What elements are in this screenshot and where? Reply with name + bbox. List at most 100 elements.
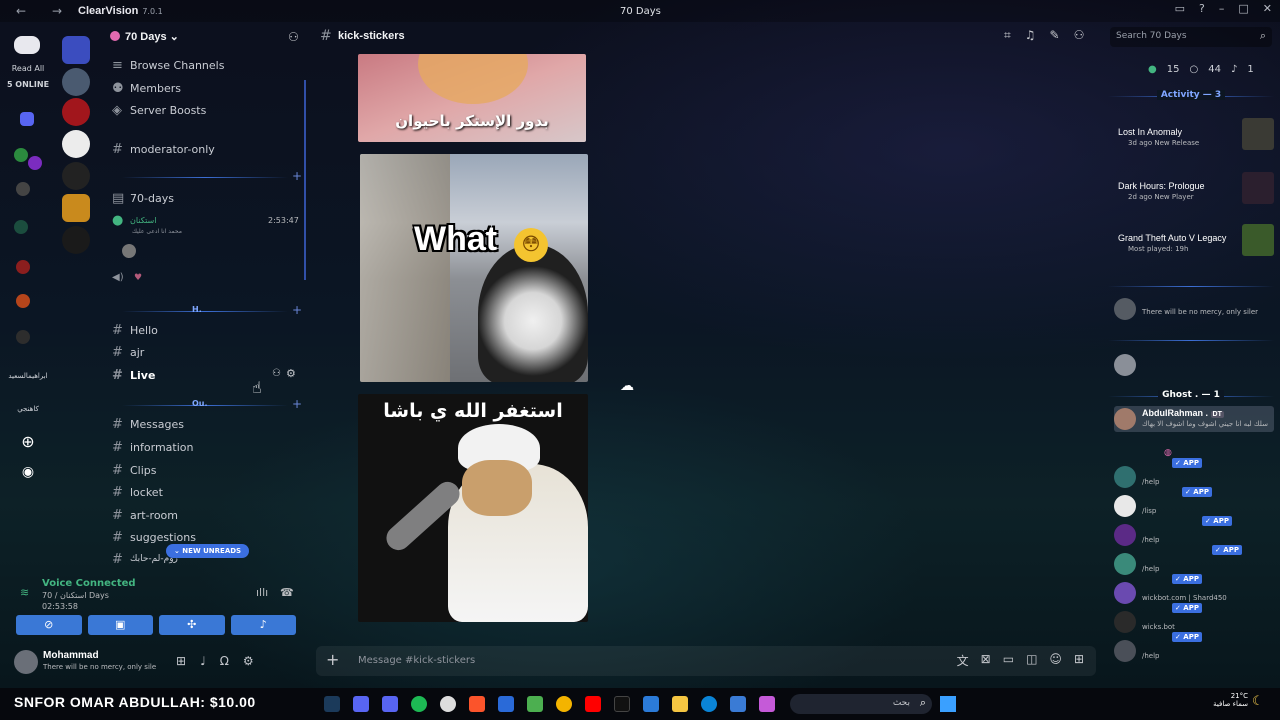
sticker-image[interactable]: استغفر الله ي باشا xyxy=(358,394,588,622)
minimize-icon[interactable]: – xyxy=(1219,2,1225,15)
server-icon[interactable] xyxy=(62,130,90,158)
screen-share-button[interactable]: ▣ xyxy=(87,615,153,635)
gif-icon[interactable]: ▭ xyxy=(1003,652,1014,669)
emoji-icon[interactable]: ☺ xyxy=(1049,652,1062,669)
server-icon[interactable] xyxy=(14,220,28,234)
sticker-image[interactable]: What 😳 xyxy=(360,154,588,382)
server-icon[interactable] xyxy=(16,260,30,274)
avatar[interactable] xyxy=(14,650,38,674)
add-channel-icon[interactable]: + xyxy=(292,303,302,317)
channel-locket[interactable]: # locket xyxy=(112,483,163,501)
username[interactable]: Mohammad xyxy=(43,650,99,661)
activity-item[interactable]: Lost In Anomaly 3d ago New Release xyxy=(1118,118,1274,152)
mail-icon[interactable] xyxy=(730,696,746,712)
spotify-icon[interactable] xyxy=(411,696,427,712)
member-item[interactable]: AbdulRahman . DT سلك لبه انا جيني اشوف و… xyxy=(1114,406,1274,432)
avatar[interactable] xyxy=(122,244,136,258)
attach-plus-icon[interactable]: + xyxy=(326,650,339,669)
server-icon[interactable] xyxy=(62,226,90,254)
server-label[interactable]: ابراهيمالسعيد xyxy=(0,372,56,380)
discord-icon[interactable] xyxy=(353,696,369,712)
app-icon[interactable] xyxy=(498,696,514,712)
weather-widget[interactable]: 21°C سماء صافية xyxy=(1198,692,1248,708)
channel-ajr[interactable]: # ajr xyxy=(112,343,144,361)
gamepad-icon[interactable]: ⊞ xyxy=(176,654,186,668)
member-item[interactable] xyxy=(1114,352,1274,378)
noise-suppression-icon[interactable]: ıllı xyxy=(256,586,268,599)
headphones-icon[interactable]: Ω xyxy=(220,654,229,668)
activities-button[interactable]: ✣ xyxy=(159,615,225,635)
voice-connected-label[interactable]: Voice Connected xyxy=(42,578,136,589)
channel-scrollbar[interactable] xyxy=(304,80,306,280)
channel-live[interactable]: # Live xyxy=(112,366,155,384)
speaker-icon[interactable]: ◀) xyxy=(112,272,124,283)
server-label[interactable]: كاهنجي xyxy=(0,405,56,413)
message-composer[interactable]: + Message #kick-stickers 文 ⊠ ▭ ◫ ☺ ⊞ xyxy=(316,646,1096,676)
browse-channels[interactable]: ≡ Browse Channels xyxy=(112,56,224,74)
channel-moderator-only[interactable]: # moderator-only xyxy=(112,140,215,158)
signal-icon[interactable]: ≋ xyxy=(20,586,29,599)
close-icon[interactable]: ✕ xyxy=(1263,2,1272,15)
activity-item[interactable]: Dark Hours: Prologue 2d ago New Player xyxy=(1118,172,1274,206)
tiktok-icon[interactable] xyxy=(614,696,630,712)
server-icon[interactable] xyxy=(28,156,42,170)
members-item[interactable]: ⚉ Members xyxy=(112,79,181,97)
windows-start-icon[interactable] xyxy=(940,696,956,712)
steam-icon[interactable] xyxy=(324,696,340,712)
inbox-icon[interactable]: ▭ xyxy=(1175,2,1185,15)
apps-icon[interactable]: ⊞ xyxy=(1074,652,1084,669)
back-arrow-icon[interactable]: ← xyxy=(16,4,36,18)
search-box[interactable]: Search 70 Days ⌕ xyxy=(1110,27,1272,47)
server-header[interactable]: 70 Days ⌄ xyxy=(110,30,179,43)
channel-information[interactable]: # information xyxy=(112,438,194,456)
channel-art-room[interactable]: # art-room xyxy=(112,506,178,524)
channel-clips[interactable]: # Clips xyxy=(112,461,157,479)
taskbar-search[interactable]: بحث ⌕ xyxy=(790,694,932,714)
activity-item[interactable]: Grand Theft Auto V Legacy Most played: 1… xyxy=(1118,224,1274,258)
folder-icon[interactable] xyxy=(20,112,34,126)
chevron-down-icon[interactable]: ⌄ xyxy=(170,31,179,43)
server-icon[interactable] xyxy=(16,330,30,344)
server-icon[interactable] xyxy=(16,182,30,196)
server-icon[interactable] xyxy=(62,68,90,96)
add-member-icon[interactable]: ⚇ xyxy=(288,30,299,44)
store-icon[interactable] xyxy=(643,696,659,712)
member-list-icon[interactable]: ⚇ xyxy=(1074,28,1085,46)
category-h[interactable]: H. + xyxy=(112,303,302,317)
threads-icon[interactable]: ⌗ xyxy=(1004,28,1011,46)
gear-icon[interactable]: ⚙ xyxy=(243,654,254,668)
bot-item[interactable]: ✓ APP /help xyxy=(1114,516,1274,548)
soundboard-button[interactable]: ♪ xyxy=(230,615,296,635)
server-icon[interactable] xyxy=(14,148,28,162)
folder-icon[interactable] xyxy=(62,36,90,64)
activity-section[interactable]: Activity — 3 xyxy=(1108,90,1274,102)
server-boosts-item[interactable]: ◈ Server Boosts xyxy=(112,101,206,119)
sticker-image[interactable]: بدور الإستكر باحيوان xyxy=(358,54,586,142)
sticker-icon[interactable]: ◫ xyxy=(1026,652,1037,669)
read-all-button[interactable]: Read All xyxy=(0,64,56,73)
add-channel-icon[interactable]: + xyxy=(292,397,302,411)
youtube-icon[interactable] xyxy=(585,696,601,712)
bell-icon[interactable]: ♫ xyxy=(1025,28,1036,46)
chrome-icon[interactable] xyxy=(556,696,572,712)
voice-user[interactable]: ● استكنان xyxy=(112,211,156,229)
invite-icon[interactable]: ⚇ xyxy=(272,368,281,379)
disconnect-icon[interactable]: ☎ xyxy=(280,586,294,599)
translate-icon[interactable]: 文 xyxy=(957,652,969,669)
minecraft-icon[interactable] xyxy=(527,696,543,712)
channel-hello[interactable]: # Hello xyxy=(112,321,158,339)
message-input[interactable]: Message #kick-stickers xyxy=(358,655,475,666)
copilot-icon[interactable] xyxy=(759,696,775,712)
brave-icon[interactable] xyxy=(469,696,485,712)
help-icon[interactable]: ? xyxy=(1199,2,1205,15)
server-icon[interactable] xyxy=(62,98,90,126)
folder-icon[interactable] xyxy=(672,696,688,712)
camera-off-button[interactable]: ⊘ xyxy=(16,615,82,635)
add-server-icon[interactable]: ⊕ xyxy=(0,432,56,451)
ghost-section[interactable]: Ghost . — 1 xyxy=(1108,390,1274,402)
category-ou[interactable]: Ou. + xyxy=(112,397,302,411)
server-icon[interactable] xyxy=(62,194,90,222)
discord-home-icon[interactable] xyxy=(14,36,40,54)
bot-item[interactable]: ✓ APP /help xyxy=(1114,632,1274,664)
server-icon[interactable] xyxy=(62,162,90,190)
